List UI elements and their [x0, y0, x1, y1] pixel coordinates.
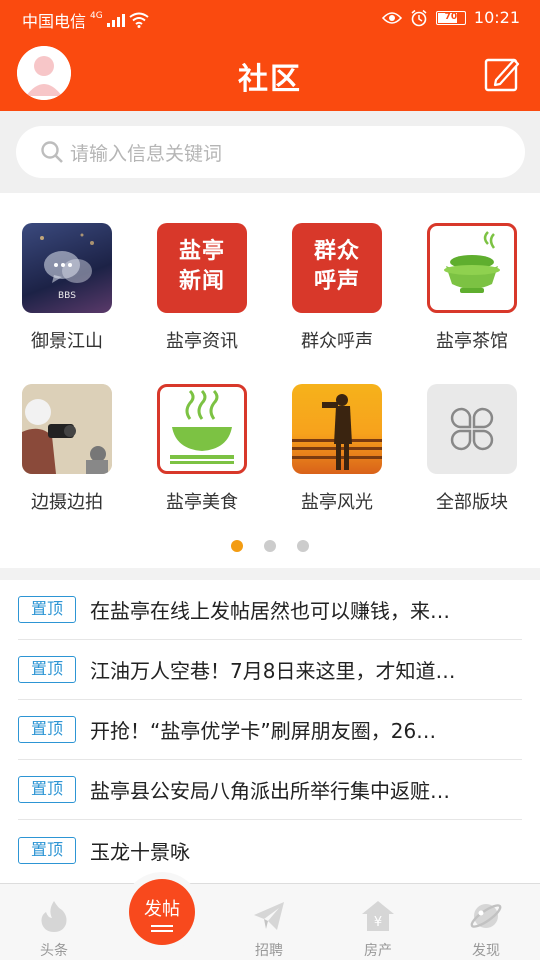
pinned-badge: 置顶 [18, 776, 76, 803]
edit-icon [484, 58, 520, 92]
battery-level: 70 [444, 11, 458, 22]
list-item[interactable]: 置顶 盐亭县公安局八角派出所举行集中返赃… [18, 760, 522, 820]
alarm-icon [411, 9, 427, 26]
bottom-nav: 头条 发帖 招聘 ¥ 房产 发现 [0, 872, 540, 960]
news-icon: 盐亭新闻 [157, 223, 247, 313]
bbs-label: BBS [58, 291, 76, 301]
voice-icon-text: 群众呼声 [313, 239, 360, 294]
post-title: 盐亭县公安局八角派出所举行集中返赃… [90, 779, 450, 803]
compose-button[interactable] [484, 56, 520, 92]
signal-icon [106, 13, 125, 27]
planet-icon [470, 904, 502, 928]
page-dot-active[interactable] [231, 540, 243, 552]
battery-icon: 70 [435, 10, 466, 25]
forum-item-photo[interactable]: 边摄边拍 [7, 384, 127, 514]
search-area: 请输入信息关键词 [0, 111, 540, 193]
page-dot[interactable] [297, 540, 309, 552]
page-title: 社区 [238, 62, 302, 97]
svg-text:¥: ¥ [374, 915, 382, 930]
pinned-badge: 置顶 [18, 596, 76, 623]
nav-label: 招聘 [255, 943, 283, 959]
eye-icon [381, 11, 402, 24]
carrier-name: 中国电信 [22, 12, 87, 31]
search-icon [41, 141, 63, 163]
flame-icon [41, 901, 67, 932]
network-type: 4G [90, 11, 103, 21]
scenery-icon [292, 384, 382, 474]
pinned-badge: 置顶 [18, 716, 76, 743]
pinned-list: 置顶 在盐亭在线上发帖居然也可以赚钱，来… 置顶 江油万人空巷！7月8日来这里，… [0, 580, 540, 883]
status-bar: 中国电信 4G 70 10:21 [0, 0, 540, 36]
forum-item-all[interactable]: 全部版块 [412, 384, 532, 514]
forum-item-food[interactable]: 盐亭美食 [142, 384, 262, 514]
forum-item-label: 边摄边拍 [31, 492, 103, 513]
forum-item-label: 盐亭茶馆 [436, 331, 508, 352]
all-sections-icon [427, 384, 517, 474]
pinned-badge: 置顶 [18, 836, 76, 864]
list-item[interactable]: 置顶 开抢！“盐亭优学卡”刷屏朋友圈，26… [18, 700, 522, 760]
forum-item-label: 群众呼声 [301, 331, 373, 352]
nav-label: 房产 [364, 943, 392, 959]
chat-bubbles-bbs-icon: BBS [22, 223, 112, 313]
nav-discover[interactable]: 发现 [446, 898, 526, 960]
pinned-badge: 置顶 [18, 656, 76, 683]
forum-item-label: 御景江山 [31, 331, 103, 352]
post-title: 开抢！“盐亭优学卡”刷屏朋友圈，26… [90, 719, 437, 743]
post-label: 发帖 [144, 899, 180, 920]
house-yen-icon: ¥ [362, 901, 394, 931]
forum-item-label: 盐亭美食 [166, 492, 238, 513]
list-item[interactable]: 置顶 在盐亭在线上发帖居然也可以赚钱，来… [18, 580, 522, 640]
list-item[interactable]: 置顶 江油万人空巷！7月8日来这里，才知道… [18, 640, 522, 700]
post-button[interactable]: 发帖 [129, 879, 195, 945]
forum-item-voice[interactable]: 群众呼声 群众呼声 [277, 223, 397, 353]
public-voice-icon: 群众呼声 [292, 223, 382, 313]
nav-jobs[interactable]: 招聘 [229, 898, 309, 960]
forum-item-label: 全部版块 [436, 492, 508, 513]
nav-property[interactable]: ¥ 房产 [338, 898, 418, 960]
news-icon-text: 盐亭新闻 [178, 239, 225, 294]
forum-grid: BBS 御景江山 盐亭新闻 盐亭资讯 群众呼声 群众呼声 盐亭茶馆 边摄边拍 盐… [0, 193, 540, 568]
post-title: 在盐亭在线上发帖居然也可以赚钱，来… [90, 599, 450, 623]
nav-headlines[interactable]: 头条 [14, 898, 94, 960]
page-dot[interactable] [264, 540, 276, 552]
teacup-icon [427, 223, 517, 313]
post-title: 玉龙十景咏 [90, 839, 190, 864]
food-bowl-icon [157, 384, 247, 474]
post-bar [151, 930, 173, 932]
paper-plane-icon [254, 902, 284, 930]
search-placeholder: 请输入信息关键词 [70, 142, 223, 165]
forum-item-label: 盐亭风光 [301, 492, 373, 513]
post-bar [151, 925, 173, 927]
wifi-icon [129, 12, 149, 28]
nav-label: 头条 [40, 943, 68, 959]
forum-item-yujing[interactable]: BBS 御景江山 [7, 223, 127, 353]
list-item[interactable]: 置顶 玉龙十景咏 [18, 820, 522, 880]
photographer-icon [22, 384, 112, 474]
search-input[interactable]: 请输入信息关键词 [16, 126, 525, 178]
forum-item-news[interactable]: 盐亭新闻 盐亭资讯 [142, 223, 262, 353]
post-title: 江油万人空巷！7月8日来这里，才知道… [90, 659, 456, 683]
nav-label: 发现 [472, 943, 500, 959]
header-bar: 中国电信 4G 70 10:21 社区 [0, 0, 540, 111]
forum-item-scenery[interactable]: 盐亭风光 [277, 384, 397, 514]
page-indicator [0, 540, 540, 552]
forum-item-label: 盐亭资讯 [166, 331, 238, 352]
clock-time: 10:21 [473, 8, 520, 27]
forum-item-teahouse[interactable]: 盐亭茶馆 [412, 223, 532, 353]
